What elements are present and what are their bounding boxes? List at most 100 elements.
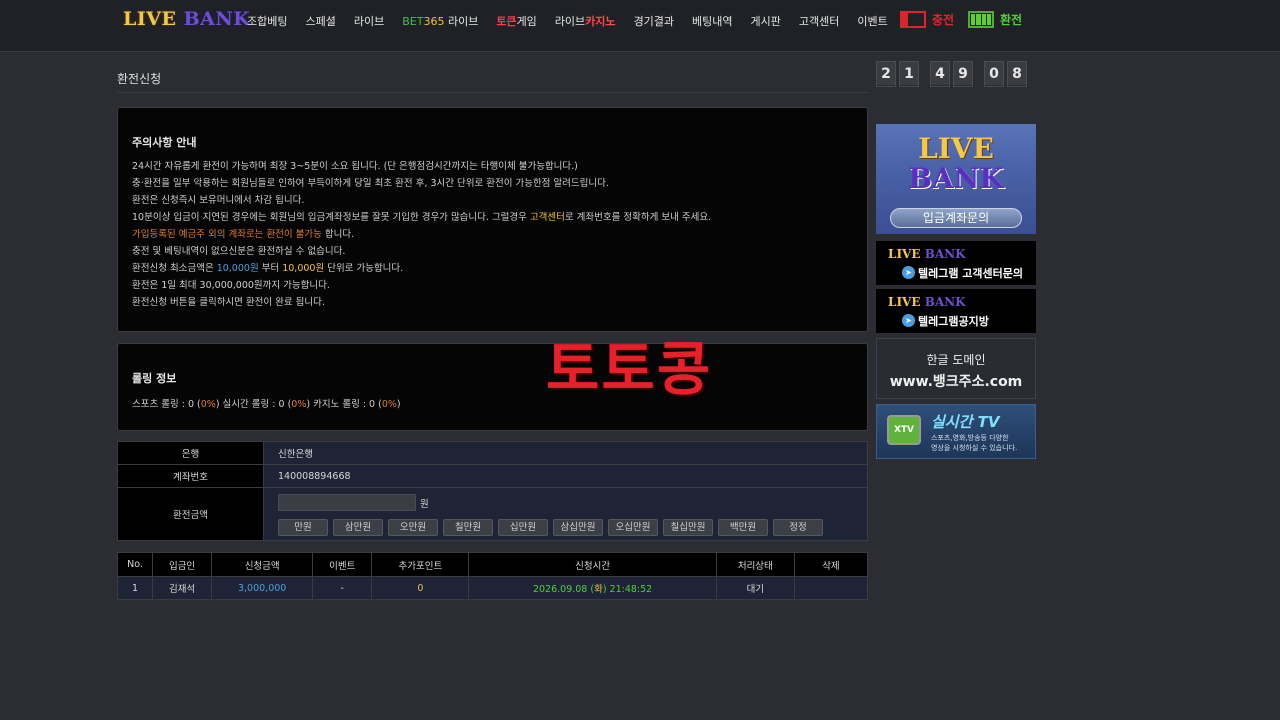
cell-amount: 3,000,000	[211, 576, 314, 600]
account-label: 계좌번호	[118, 465, 264, 487]
table-header-row: No. 입금인 신청금액 이벤트 추가포인트 신청시간 처리상태 삭제	[117, 552, 869, 577]
cell-delete[interactable]	[794, 576, 869, 600]
rolling-text: ) 실시간 롤링 : 0 (	[215, 399, 292, 410]
page-title: 환전신청	[117, 72, 162, 86]
watermark-text: 토토콩	[546, 335, 713, 403]
rolling-panel: 롤링 정보 스포츠 롤링 : 0 (0%) 실시간 롤링 : 0 (0%) 카지…	[117, 343, 868, 431]
amount-button[interactable]: 칠만원	[443, 518, 493, 536]
notice-text: 합니다.	[321, 229, 355, 240]
live-tv-title: 실시간 TV	[931, 413, 1000, 431]
banner-logo-bank: BANK	[924, 247, 966, 261]
amount-button[interactable]: 십만원	[498, 518, 548, 536]
notice-line: 충·환전을 일부 악용하는 회원님들로 인하여 부득이하게 당일 최초 환전 후…	[132, 178, 609, 189]
column-header: 입금인	[152, 552, 213, 577]
rolling-live-pct: 0%	[291, 399, 307, 410]
notice-unit-amount: 10,000원	[282, 263, 325, 274]
notice-line: 환전신청 버튼을 클릭하시면 환전이 완료 됩니다.	[132, 297, 325, 308]
nav-results[interactable]: 경기결과	[634, 13, 674, 29]
clock-digit: 0	[984, 61, 1004, 87]
won-unit: 원	[420, 498, 429, 510]
nav-live-casino-a: 라이브	[554, 15, 586, 28]
notice-line: 환전신청 최소금액은 10,000원 부터 10,000원 단위로 가능합니다.	[132, 260, 711, 277]
live-tv-desc: 스포츠,영화,방송등 다양한 영상을 시청하실 수 있습니다.	[931, 433, 1017, 453]
telegram-icon: ➤	[902, 266, 915, 279]
reset-button[interactable]: 정정	[773, 518, 823, 536]
banner-logo-live: LIVE	[888, 295, 925, 309]
nav-token-b: 게임	[516, 15, 537, 28]
exchange-history-table: No. 입금인 신청금액 이벤트 추가포인트 신청시간 처리상태 삭제 1 김재…	[117, 552, 869, 600]
nav-event[interactable]: 이벤트	[857, 13, 887, 29]
logo-text-live: LIVE	[123, 8, 184, 30]
notice-min-amount: 10,000원	[216, 263, 259, 274]
clock-digit: 9	[953, 61, 973, 87]
top-header: LIVE BANK 조합베팅 스페셜 라이브 BET365 라이브 토큰게임 라…	[0, 0, 1280, 52]
exchange-form: 은행 신한은행 계좌번호 140008894668 환전금액 원 만원 삼만원 …	[117, 441, 868, 541]
amount-button[interactable]: 삼십만원	[553, 518, 603, 536]
amount-button[interactable]: 칠십만원	[663, 518, 713, 536]
amount-button[interactable]: 만원	[278, 518, 328, 536]
bank-label: 은행	[118, 442, 264, 464]
banner-logo-bank: BANK	[924, 295, 966, 309]
notice-text: 10분이상 입금이 지연된 경우에는 회원님의 입금계좌정보를 잘못 기입한 경…	[132, 212, 530, 223]
telegram-support-banner[interactable]: LIVE BANK ➤ 텔레그램 고객센터문의	[876, 241, 1036, 285]
notice-line: 10분이상 입금이 지연된 경우에는 회원님의 입금계좌정보를 잘못 기입한 경…	[132, 209, 711, 226]
nav-special[interactable]: 스페셜	[305, 13, 335, 29]
nav-live-casino-b: 카지노	[585, 15, 616, 28]
nav-support[interactable]: 고객센터	[799, 13, 839, 29]
amount-button[interactable]: 오만원	[388, 518, 438, 536]
amount-input[interactable]	[278, 494, 416, 511]
domain-url: www.뱅크주소.com	[889, 374, 1023, 390]
nav-bet-history[interactable]: 베팅내역	[692, 13, 732, 29]
cell-time: 2026.09.08 (화) 21:48:52	[468, 576, 717, 600]
banner-logo: LIVE BANK	[888, 295, 966, 309]
charge-button[interactable]: 충전	[900, 11, 954, 28]
amount-input-row: 원	[278, 493, 429, 513]
telegram-notice-banner[interactable]: LIVE BANK ➤ 텔레그램공지방	[876, 289, 1036, 333]
notice-support-link[interactable]: 고객센터	[530, 212, 565, 223]
site-logo[interactable]: LIVE BANK	[123, 8, 250, 30]
exchange-button[interactable]: 환전	[968, 11, 1022, 28]
korean-domain-banner[interactable]: 한글 도메인 www.뱅크주소.com	[876, 338, 1036, 399]
notice-line: 가입등록된 예금주 외의 계좌로는 환전이 불가능 합니다.	[132, 226, 711, 243]
amount-button[interactable]: 오십만원	[608, 518, 658, 536]
nav-live-casino[interactable]: 라이브카지노	[555, 13, 616, 29]
notice-lines: 24시간 자유롭게 환전이 가능하며 최장 3~5분이 소요 됩니다. (단 은…	[132, 158, 711, 311]
cell-points: 0	[371, 576, 470, 600]
rolling-casino-pct: 0%	[381, 399, 397, 410]
nav-bet365-live[interactable]: BET365 라이브	[402, 13, 478, 29]
deposit-inquiry-banner[interactable]: LIVE BANK 입금계좌문의	[876, 124, 1036, 234]
nav-token-game[interactable]: 토큰게임	[496, 13, 537, 29]
deposit-inquiry-button[interactable]: 입금계좌문의	[890, 208, 1022, 228]
clock-digit: 2	[876, 61, 896, 87]
live-tv-banner[interactable]: XTV 실시간 TV 스포츠,영화,방송등 다양한 영상을 시청하실 수 있습니다…	[876, 404, 1036, 459]
form-row-amount: 환전금액 원 만원 삼만원 오만원 칠만원 십만원 삼십만원 오십만원 칠십만원…	[118, 488, 867, 540]
time-clock: ) 21:48:52	[602, 584, 653, 595]
rolling-title: 롤링 정보	[132, 372, 177, 385]
cell-no: 1	[117, 576, 154, 600]
notice-text: 단위로 가능합니다.	[324, 263, 404, 274]
notice-panel: 주의사항 안내 24시간 자유롭게 환전이 가능하며 최장 3~5분이 소요 됩…	[117, 107, 868, 332]
nav-bet365-suffix: 라이브	[444, 15, 479, 28]
cell-event: -	[312, 576, 373, 600]
column-header: 신청금액	[211, 552, 314, 577]
column-header: 처리상태	[716, 552, 795, 577]
time-day: 화	[594, 584, 603, 595]
account-value: 140008894668	[264, 465, 867, 487]
cell-depositor: 김재석	[152, 576, 213, 600]
nav-bet365-bet: BET	[402, 15, 424, 28]
time-date: 2026.09.08 (	[532, 584, 595, 595]
notice-line: 환전은 신청즉시 보유머니에서 차감 됩니다.	[132, 195, 305, 206]
amount-buttons: 만원 삼만원 오만원 칠만원 십만원 삼십만원 오십만원 칠십만원 백만원 정정	[278, 518, 828, 536]
amount-button[interactable]: 삼만원	[333, 518, 383, 536]
amount-label: 환전금액	[118, 488, 264, 540]
live-tv-desc-line: 스포츠,영화,방송등 다양한	[931, 434, 1009, 442]
battery-low-icon	[900, 11, 926, 28]
form-row-bank: 은행 신한은행	[118, 442, 867, 465]
nav-board[interactable]: 게시판	[751, 13, 781, 29]
clock-digit: 4	[930, 61, 950, 87]
telegram-icon: ➤	[902, 314, 915, 327]
nav-combo-betting[interactable]: 조합베팅	[247, 13, 287, 29]
nav-live[interactable]: 라이브	[354, 13, 384, 29]
amount-button[interactable]: 백만원	[718, 518, 768, 536]
column-header: 삭제	[794, 552, 869, 577]
